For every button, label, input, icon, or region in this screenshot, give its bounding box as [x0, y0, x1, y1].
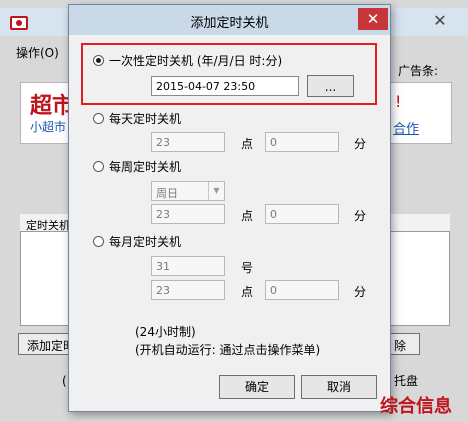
monthly-hour-field[interactable]: 23 — [151, 280, 225, 300]
daily-minute-field[interactable]: 0 — [265, 132, 339, 152]
radio-once[interactable] — [93, 55, 104, 66]
ad-label: 广告条: — [398, 64, 439, 78]
note-autorun: (开机自动运行: 通过点击操作菜单) — [135, 343, 321, 357]
weekly-minute-field[interactable]: 0 — [265, 204, 339, 224]
monthly-minute-unit: 分 — [354, 285, 367, 299]
weekly-hour-field[interactable]: 23 — [151, 204, 225, 224]
column-header-schedule[interactable]: 定时关机 — [26, 217, 70, 233]
datetime-picker-button[interactable]: ... — [307, 75, 354, 97]
chevron-down-icon[interactable]: ▼ — [208, 182, 224, 200]
weekly-day-value: 周日 — [156, 187, 178, 200]
radio-weekly[interactable] — [93, 161, 104, 172]
dialog-close-button[interactable]: ✕ — [358, 8, 388, 30]
note-24h: (24小时制) — [135, 325, 196, 339]
weekly-label: 每周定时关机 — [109, 160, 182, 174]
radio-monthly[interactable] — [93, 236, 104, 247]
dialog-title: 添加定时关机 — [190, 16, 269, 31]
ad-text: ! — [395, 92, 402, 111]
monthly-day-field[interactable]: 31 — [151, 256, 225, 276]
add-shutdown-dialog: 添加定时关机 ✕ 一次性定时关机 (年/月/日 时:分) 2015-04-07 … — [68, 4, 391, 412]
menu-operations[interactable]: 操作(O) — [16, 44, 59, 61]
radio-daily[interactable] — [93, 113, 104, 124]
daily-minute-unit: 分 — [354, 137, 367, 151]
once-datetime-field[interactable]: 2015-04-07 23:50 — [151, 76, 299, 96]
ok-button[interactable]: 确定 — [219, 375, 295, 399]
weekly-minute-unit: 分 — [354, 209, 367, 223]
main-close-button[interactable]: ✕ — [425, 10, 455, 32]
banner-subtitle[interactable]: 小超市 — [30, 118, 66, 135]
monthly-day-unit: 号 — [241, 261, 254, 275]
daily-label: 每天定时关机 — [109, 112, 182, 126]
coop-link[interactable]: 合作 — [393, 118, 419, 137]
cancel-button[interactable]: 取消 — [301, 375, 377, 399]
app-icon — [10, 16, 28, 30]
daily-hour-field[interactable]: 23 — [151, 132, 225, 152]
watermark-text: 综合信息 — [380, 396, 452, 417]
status-text: ( — [62, 374, 67, 388]
tray-button[interactable]: 托盘 — [394, 372, 418, 389]
daily-hour-unit: 点 — [241, 137, 254, 151]
weekly-hour-unit: 点 — [241, 209, 254, 223]
monthly-hour-unit: 点 — [241, 285, 254, 299]
once-label: 一次性定时关机 (年/月/日 时:分) — [109, 54, 283, 68]
monthly-minute-field[interactable]: 0 — [265, 280, 339, 300]
add-schedule-button[interactable]: 添加定时 — [18, 333, 74, 355]
monthly-label: 每月定时关机 — [109, 235, 182, 249]
weekly-day-select[interactable]: 周日 ▼ — [151, 181, 225, 201]
